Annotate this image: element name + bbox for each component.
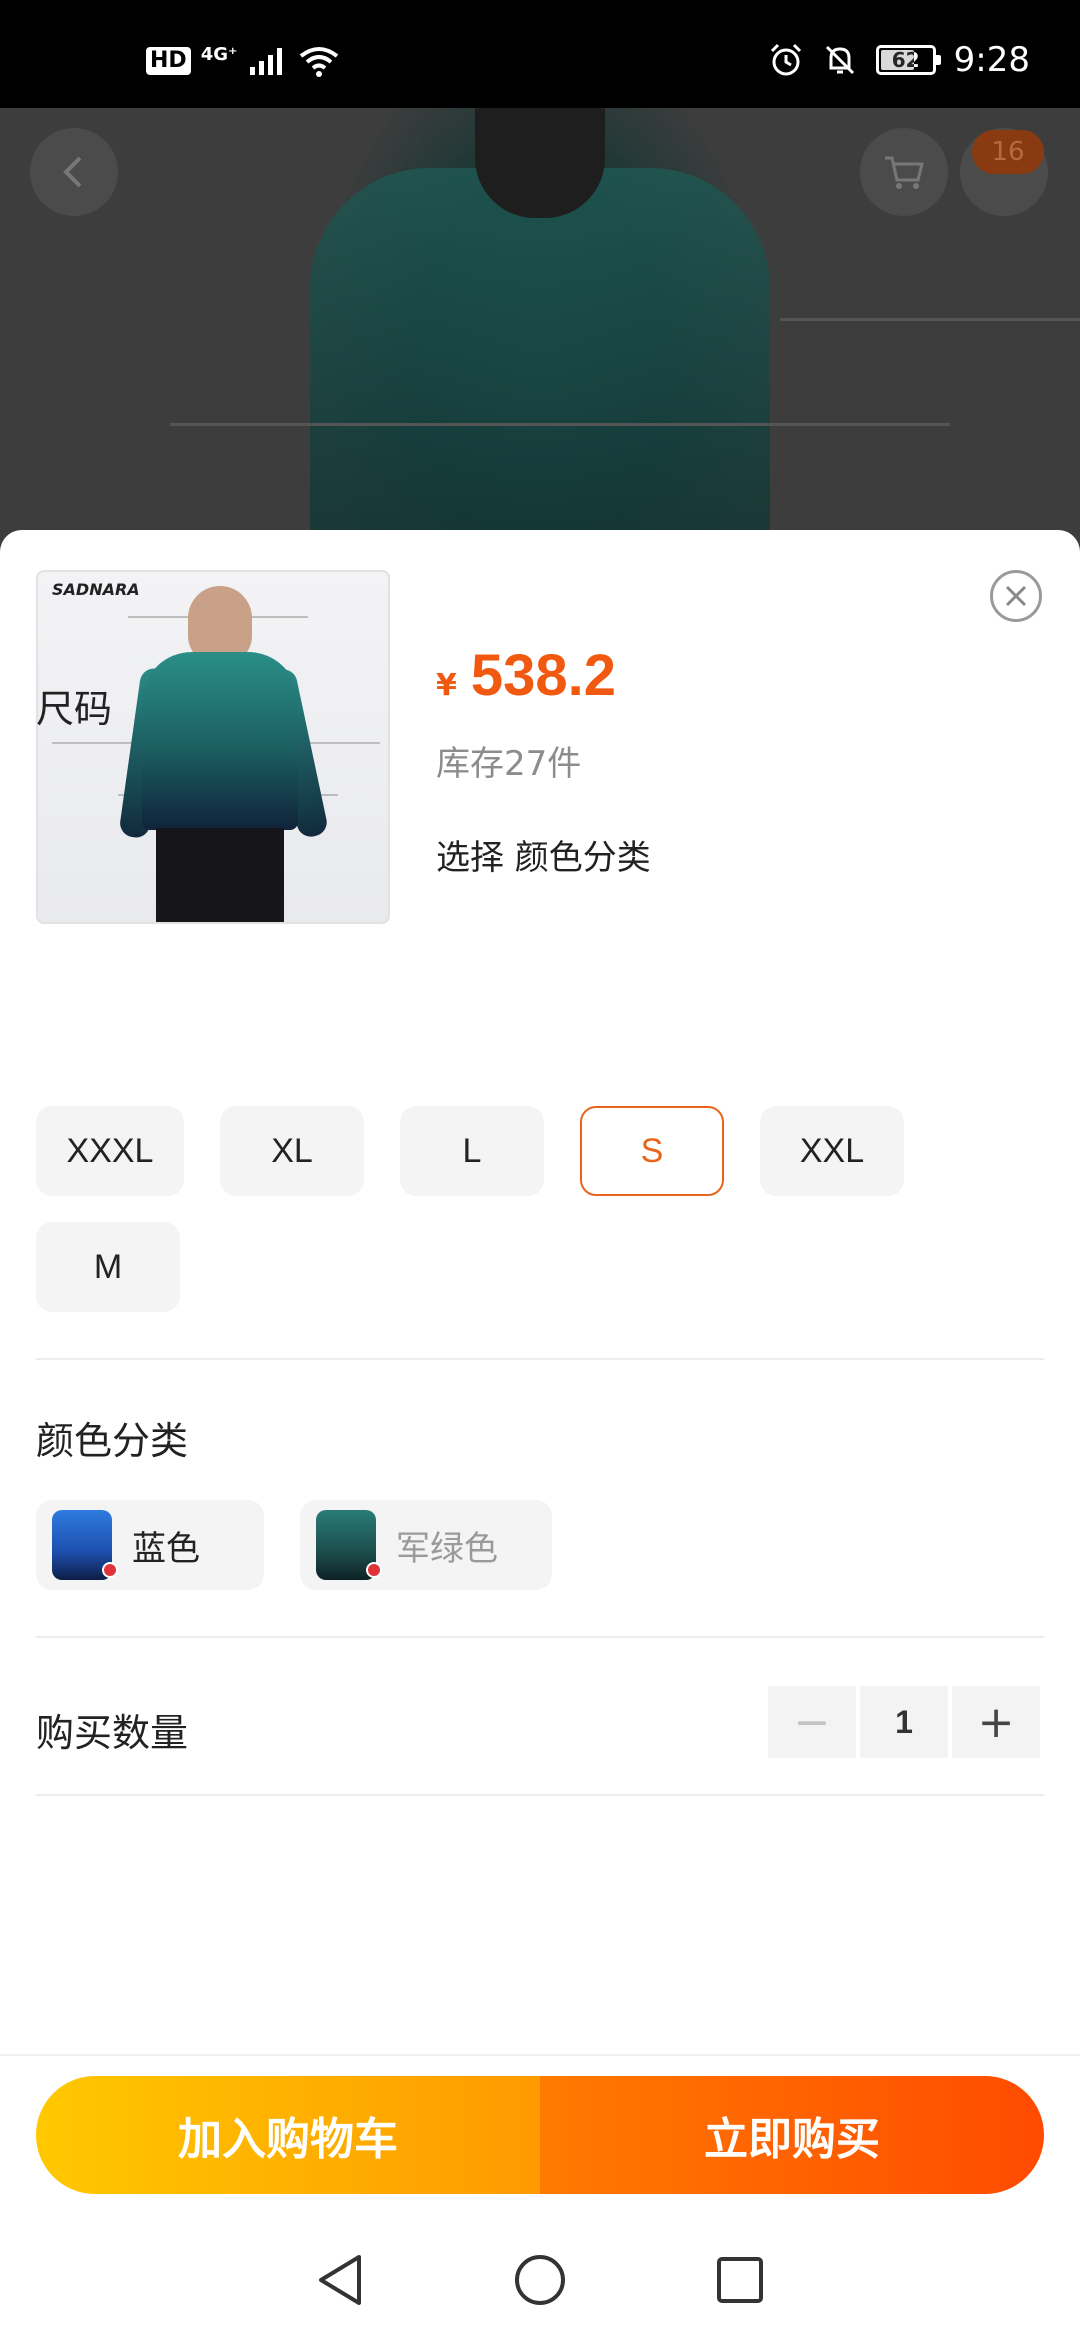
- model-jersey: [142, 652, 298, 830]
- stock-count: 库存27件: [436, 744, 582, 784]
- divider: [36, 1794, 1044, 1796]
- increase-quantity-button[interactable]: +: [952, 1686, 1040, 1758]
- sku-selection-sheet: SADNARA ¥ 538.2 库存27件 选择 颜色分类 尺码 XXXL XL…: [0, 530, 1080, 2340]
- size-section-title: 尺码: [36, 687, 113, 731]
- nav-home-button[interactable]: [510, 2250, 570, 2310]
- selection-hint: 选择 颜色分类: [436, 838, 651, 878]
- circle-home-icon: [515, 2255, 565, 2305]
- buy-now-button[interactable]: 立即购买: [540, 2076, 1044, 2194]
- nav-recents-button[interactable]: [710, 2250, 770, 2310]
- thumbnail-line: [300, 742, 380, 744]
- back-button[interactable]: [30, 128, 118, 216]
- currency-symbol: ¥: [436, 668, 457, 703]
- backdrop-neck: [475, 108, 605, 218]
- hd-indicator: HD: [146, 47, 191, 75]
- cart-button[interactable]: [860, 128, 948, 216]
- quantity-stepper: − 1 +: [768, 1686, 1040, 1758]
- square-recents-icon: [717, 2257, 763, 2303]
- size-option-xl[interactable]: XL: [220, 1106, 364, 1196]
- decrease-quantity-button[interactable]: −: [768, 1686, 856, 1758]
- price-value: 538.2: [470, 643, 617, 708]
- price: ¥ 538.2: [436, 642, 616, 709]
- clock: 9:28: [953, 40, 1030, 80]
- thumbnail-brand-logo: SADNARA: [52, 580, 140, 599]
- system-nav-bar: [0, 2220, 1080, 2340]
- size-option-xxxl[interactable]: XXXL: [36, 1106, 184, 1196]
- wifi-icon: [299, 47, 338, 77]
- color-option-army-green[interactable]: 军绿色: [300, 1500, 552, 1590]
- quantity-input[interactable]: 1: [860, 1686, 948, 1758]
- size-option-l[interactable]: L: [400, 1106, 544, 1196]
- cart-icon: [885, 156, 924, 189]
- nav-back-button[interactable]: [310, 2250, 370, 2310]
- signal-icon: [249, 48, 282, 75]
- product-thumbnail[interactable]: SADNARA: [36, 570, 390, 924]
- status-left: HD 4G⁺: [146, 44, 340, 78]
- divider: [36, 1358, 1044, 1360]
- triangle-back-icon: [319, 2255, 361, 2305]
- close-icon: [1005, 585, 1027, 607]
- backdrop-product-image: [310, 168, 770, 568]
- green-jersey-swatch: [316, 1510, 382, 1580]
- backdrop-line: [170, 423, 950, 426]
- close-button[interactable]: [990, 570, 1042, 622]
- color-option-blue[interactable]: 蓝色: [36, 1500, 264, 1590]
- add-to-cart-button[interactable]: 加入购物车: [36, 2076, 540, 2194]
- swatch-badge: [102, 1562, 118, 1578]
- alarm-icon: [770, 43, 801, 76]
- battery-level: 62: [891, 48, 920, 72]
- cart-count-badge: 16: [972, 130, 1044, 174]
- quantity-section-title: 购买数量: [36, 1711, 189, 1755]
- product-page-backdrop[interactable]: 16: [0, 108, 1080, 568]
- swatch-badge: [366, 1562, 382, 1578]
- thumbnail-line: [52, 742, 142, 744]
- chevron-left-icon: [63, 156, 82, 188]
- footer-divider: [0, 2054, 1080, 2056]
- size-option-xxl[interactable]: XXL: [760, 1106, 904, 1196]
- color-option-label: 军绿色: [396, 1528, 498, 1569]
- blue-jersey-swatch: [52, 1510, 118, 1580]
- status-bar: HD 4G⁺ 62 9:28: [0, 0, 1080, 108]
- size-option-m[interactable]: M: [36, 1222, 180, 1312]
- color-section-title: 颜色分类: [36, 1419, 189, 1463]
- action-buttons: 加入购物车 立即购买: [36, 2076, 1044, 2194]
- model-legs: [156, 828, 284, 922]
- mute-bell-icon: [825, 45, 854, 75]
- backdrop-line: [780, 318, 1080, 321]
- battery-indicator: 62: [875, 45, 941, 75]
- divider: [36, 1636, 1044, 1638]
- color-option-label: 蓝色: [132, 1528, 200, 1569]
- status-right: 62 9:28: [768, 40, 1030, 80]
- network-type: 4G⁺: [200, 43, 238, 65]
- size-option-s[interactable]: S: [580, 1106, 724, 1196]
